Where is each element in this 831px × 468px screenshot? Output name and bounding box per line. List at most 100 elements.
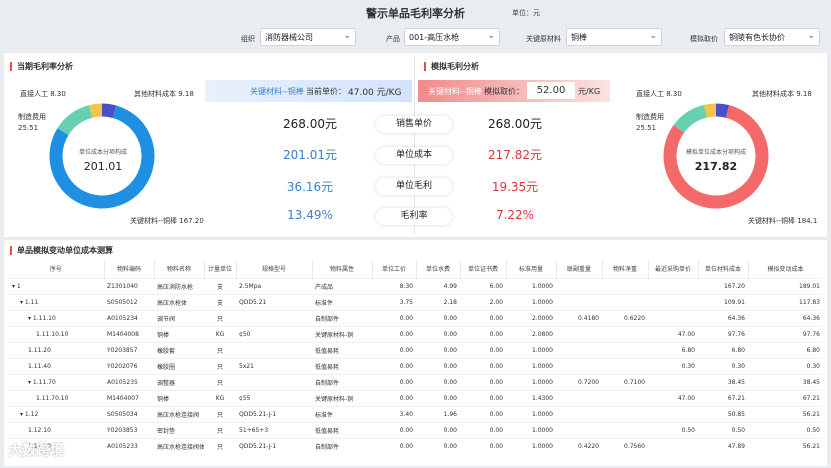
- current-key-label: 关键材料--铜棒 167.20: [130, 217, 204, 225]
- table-cell: ¢55: [236, 389, 312, 406]
- table-row[interactable]: 1.11.10.10 M1404008 铜棒 KG ¢50 关键原材料-铜 0.00 0.00…: [8, 325, 823, 342]
- simulated-mfg-value: 25.51: [636, 124, 657, 132]
- table-cell: 1.96: [416, 405, 460, 422]
- table-cell: Y0202076: [104, 357, 154, 374]
- simulated-donut-center-label: 模拟单位成本分项构成: [685, 149, 746, 156]
- table-row[interactable]: ▾ 1.12 S0505034 高压水枪连接阀只 QDD5.21-J-1 标准件 3.40…: [8, 405, 823, 422]
- donut-slice[interactable]: [57, 105, 93, 136]
- price-select[interactable]: 铜陵有色长协价 ⌄: [724, 28, 820, 46]
- table-cell: 铜棒: [154, 389, 204, 406]
- table-scroll-area[interactable]: 序号 物料编码 物料名称 计量单位 规格型号 物料属性 单位工价 单位水费 单位证书费 标准用量联…: [8, 260, 823, 466]
- table-cell: M1404007: [104, 389, 154, 406]
- table-cell: 3.75: [372, 293, 416, 310]
- table-cell: 0.4220: [556, 437, 602, 454]
- donut-slice[interactable]: [89, 103, 103, 118]
- table-cell: 支: [204, 277, 236, 294]
- current-sale-price: 268.00元: [283, 117, 337, 131]
- column-header[interactable]: 计量单位: [204, 260, 237, 278]
- table-cell: Z1301040: [104, 277, 154, 294]
- column-header[interactable]: 模拟变动成本: [748, 260, 823, 278]
- table-cell: 47.00: [648, 389, 698, 406]
- table-cell: 0.6220: [602, 309, 648, 326]
- column-header[interactable]: 最近采购单价: [648, 260, 699, 278]
- org-label: 组织: [241, 35, 255, 43]
- table-cell: A0105235: [104, 373, 154, 390]
- table-cell: [648, 437, 698, 454]
- column-header[interactable]: 单位材料成本: [698, 260, 749, 278]
- material-select[interactable]: 铜棒 ⌄: [566, 28, 662, 46]
- table-cell: 2.0000: [506, 309, 556, 326]
- table-cell: 0.50: [748, 421, 823, 438]
- current-other-label: 其他材料成本 9.18: [134, 90, 194, 98]
- column-header[interactable]: 单位水费: [416, 260, 461, 278]
- table-cell: 0.00: [416, 325, 460, 342]
- table-row[interactable]: ▾ 1.11.10 A0105234 调节阀只自制部件 0.00 0.00 0.00 2.0…: [8, 309, 823, 326]
- org-select-value: 消防器械公司: [265, 33, 313, 42]
- table-cell: 关键原材料-铜: [312, 389, 372, 406]
- column-header[interactable]: 标准用量: [506, 260, 557, 278]
- table-cell: 0.00: [460, 421, 506, 438]
- table-cell: 0.7200: [556, 373, 602, 390]
- table-cell: 高压水枪连接阀: [154, 405, 204, 422]
- table-cell: 1.0000: [506, 293, 556, 310]
- table-cell: 1.0000: [506, 437, 556, 454]
- table-cell: 只: [204, 309, 236, 326]
- table-cell: 1.0000: [506, 277, 556, 294]
- table-row[interactable]: 1.11.40 Y0202076 橡胶圈只 5x21 低值易耗 0.00 0.00 0.00 1…: [8, 357, 823, 374]
- table-cell: 0.00: [460, 341, 506, 358]
- chevron-down-icon: ⌄: [343, 31, 351, 41]
- current-banner-price-label: 当前单价：: [306, 87, 346, 96]
- column-header[interactable]: 序号: [8, 260, 105, 278]
- table-cell: 4.99: [416, 277, 460, 294]
- table-cell: S0505034: [104, 405, 154, 422]
- table-cell: 0.7100: [602, 373, 648, 390]
- table-cell: 0.00: [460, 357, 506, 374]
- table-cell: [556, 405, 602, 422]
- table-cell: 47.00: [648, 325, 698, 342]
- table-cell: 橡胶圈: [154, 357, 204, 374]
- chevron-down-icon: ⌄: [487, 31, 495, 41]
- org-select[interactable]: 消防器械公司 ⌄: [260, 28, 356, 46]
- donut-slice[interactable]: [101, 103, 117, 119]
- table-row[interactable]: 1.12.10 Y0203853 密封垫只 51+65+3 低值易耗 0.00 0.00 0.…: [8, 421, 823, 438]
- table-row[interactable]: ▾ 1.11.70 A0105235 调整器只自制部件 0.00 0.00 0.00 1.0…: [8, 373, 823, 390]
- table-cell: QDD5.21-J-1: [236, 405, 312, 422]
- column-header[interactable]: 单位工价: [372, 260, 417, 278]
- column-header[interactable]: 物料编码: [104, 260, 155, 278]
- column-header[interactable]: 联副重量: [556, 260, 603, 278]
- table-row[interactable]: 1.12.20 A0105233 高压水枪连接阀体只 QDD5.21-J-1 自制部件 0…: [8, 437, 823, 454]
- current-donut-center-value: 201.01: [83, 160, 123, 173]
- table-cell: 56.21: [748, 437, 823, 454]
- simulated-price-input[interactable]: 52.00: [527, 82, 575, 99]
- column-header[interactable]: 物料属性: [312, 260, 373, 278]
- price-label: 模拟取价: [690, 35, 718, 43]
- table-cell: KG: [204, 325, 236, 342]
- table-row[interactable]: 1.11.20 Y0203857 橡胶套只低值易耗 0.00 0.00 0.00 1.000…: [8, 341, 823, 358]
- table-cell: M1404008: [104, 325, 154, 342]
- column-header[interactable]: 规格型号: [236, 260, 313, 278]
- table-cell: 97.76: [698, 325, 748, 342]
- simulated-margin: 7.22%: [495, 208, 535, 222]
- table-row[interactable]: 1.11.70.10 M1404007 铜棒 KG ¢55 关键原材料-铜 0.00 0.00…: [8, 389, 823, 406]
- compare-label-margin: 毛利率: [376, 208, 452, 225]
- cost-table: 序号 物料编码 物料名称 计量单位 规格型号 物料属性 单位工价 单位水费 单位证书费 标准用量联…: [8, 260, 823, 454]
- compare-label-unit-profit: 单位毛利: [376, 178, 452, 195]
- table-cell: [602, 357, 648, 374]
- product-select[interactable]: 001-高压水枪 ⌄: [404, 28, 500, 46]
- column-header[interactable]: 单位证书费: [460, 260, 507, 278]
- current-mfg-value: 25.51: [18, 124, 39, 132]
- donut-slice[interactable]: [715, 103, 730, 118]
- table-cell: 只: [204, 373, 236, 390]
- column-header[interactable]: 物料净重: [602, 260, 649, 278]
- table-cell: ¢50: [236, 325, 312, 342]
- current-donut-center-label: 单位成本分项构成: [78, 149, 127, 156]
- page-title: 警示单品毛利率分析: [366, 7, 465, 20]
- simulated-banner-price-label: 模拟取价：: [484, 87, 524, 96]
- donut-slice[interactable]: [673, 104, 708, 133]
- table-row[interactable]: ▾ 1 Z1301040 高压消防水枪支 2.5Mpa 产成品 8.30 4.99 6.00 1…: [8, 277, 823, 294]
- donut-slice[interactable]: [704, 103, 717, 118]
- table-cell: 0.00: [372, 325, 416, 342]
- table-cell: 1.11.70.10: [8, 389, 104, 406]
- table-row[interactable]: ▾ 1.11 S0505012 高压水枪体支 QDD5.21 标准件 3.75 2.18 2.…: [8, 293, 823, 310]
- column-header[interactable]: 物料名称: [154, 260, 205, 278]
